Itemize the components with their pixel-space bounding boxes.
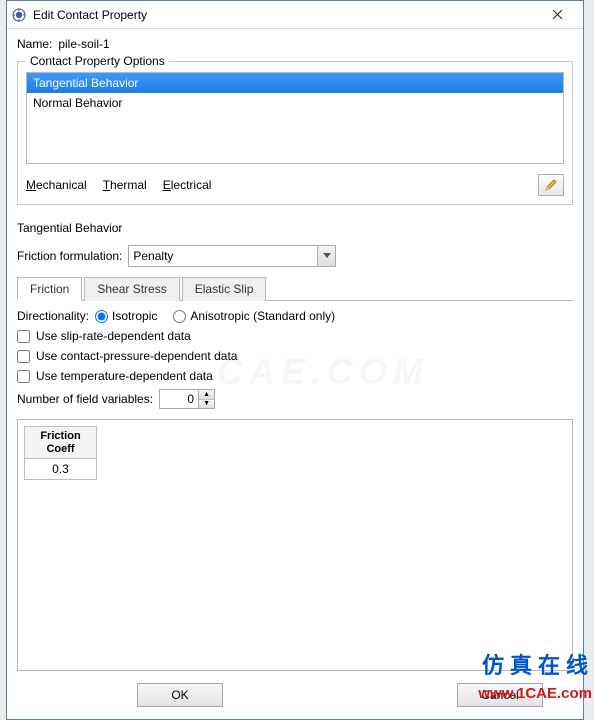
pencil-icon [544, 178, 558, 192]
option-tangential[interactable]: Tangential Behavior [27, 73, 563, 93]
ok-button[interactable]: OK [137, 683, 223, 707]
radio-isotropic[interactable] [95, 310, 108, 323]
menu-electrical[interactable]: Electrical [163, 178, 212, 192]
friction-formulation-label: Friction formulation: [17, 249, 122, 263]
options-list[interactable]: Tangential Behavior Normal Behavior [26, 72, 564, 164]
name-row: Name: pile-soil-1 [17, 37, 573, 51]
options-legend: Contact Property Options [26, 54, 169, 68]
field-vars-row: Number of field variables: ▲ ▼ [17, 389, 573, 409]
menu-thermal[interactable]: Thermal [103, 178, 147, 192]
name-value: pile-soil-1 [58, 37, 109, 51]
field-vars-spinner[interactable]: ▲ ▼ [159, 389, 215, 409]
coeff-table[interactable]: FrictionCoeff 0.3 [24, 426, 97, 480]
close-button[interactable] [535, 2, 579, 28]
friction-formulation-row: Friction formulation: Penalty [17, 245, 573, 267]
check-slip-rate-label: Use slip-rate-dependent data [36, 329, 191, 343]
section-title: Tangential Behavior [17, 221, 573, 235]
tab-shear-stress[interactable]: Shear Stress [84, 277, 179, 301]
field-vars-input[interactable] [160, 390, 198, 408]
check-temperature-label: Use temperature-dependent data [36, 369, 213, 383]
coeff-cell-0[interactable]: 0.3 [25, 459, 97, 480]
spinner-down[interactable]: ▼ [199, 400, 214, 409]
coeff-table-area: FrictionCoeff 0.3 [17, 419, 573, 671]
check-contact-pressure[interactable] [17, 350, 30, 363]
tab-friction[interactable]: Friction [17, 277, 82, 301]
check-slip-rate[interactable] [17, 330, 30, 343]
radio-isotropic-label: Isotropic [112, 309, 157, 323]
tab-elastic-slip[interactable]: Elastic Slip [182, 277, 267, 301]
field-vars-label: Number of field variables: [17, 392, 153, 406]
menu-mechanical[interactable]: Mechanical [26, 178, 87, 192]
dialog-content: Name: pile-soil-1 Contact Property Optio… [7, 29, 583, 671]
options-menu: Mechanical Thermal Electrical [26, 174, 564, 196]
tabs: Friction Shear Stress Elastic Slip [17, 277, 573, 301]
directionality-row: Directionality: Isotropic Anisotropic (S… [17, 309, 573, 323]
edit-icon-button[interactable] [538, 174, 564, 196]
options-fieldset: Contact Property Options Tangential Beha… [17, 61, 573, 205]
app-icon [11, 7, 27, 23]
chevron-down-icon [317, 246, 335, 266]
button-bar: OK Cancel [7, 671, 583, 719]
check-contact-pressure-label: Use contact-pressure-dependent data [36, 349, 237, 363]
check-temperature[interactable] [17, 370, 30, 383]
radio-anisotropic[interactable] [173, 310, 186, 323]
friction-formulation-value: Penalty [133, 249, 173, 263]
coeff-header: FrictionCoeff [25, 427, 97, 459]
option-normal[interactable]: Normal Behavior [27, 93, 563, 113]
window-title: Edit Contact Property [33, 8, 535, 22]
dialog-window: Edit Contact Property Name: pile-soil-1 … [6, 0, 584, 720]
name-label: Name: [17, 37, 52, 51]
spinner-up[interactable]: ▲ [199, 390, 214, 400]
titlebar: Edit Contact Property [7, 1, 583, 29]
directionality-label: Directionality: [17, 309, 89, 323]
friction-formulation-select[interactable]: Penalty [128, 245, 336, 267]
cancel-button[interactable]: Cancel [457, 683, 543, 707]
radio-anisotropic-label: Anisotropic (Standard only) [190, 309, 335, 323]
